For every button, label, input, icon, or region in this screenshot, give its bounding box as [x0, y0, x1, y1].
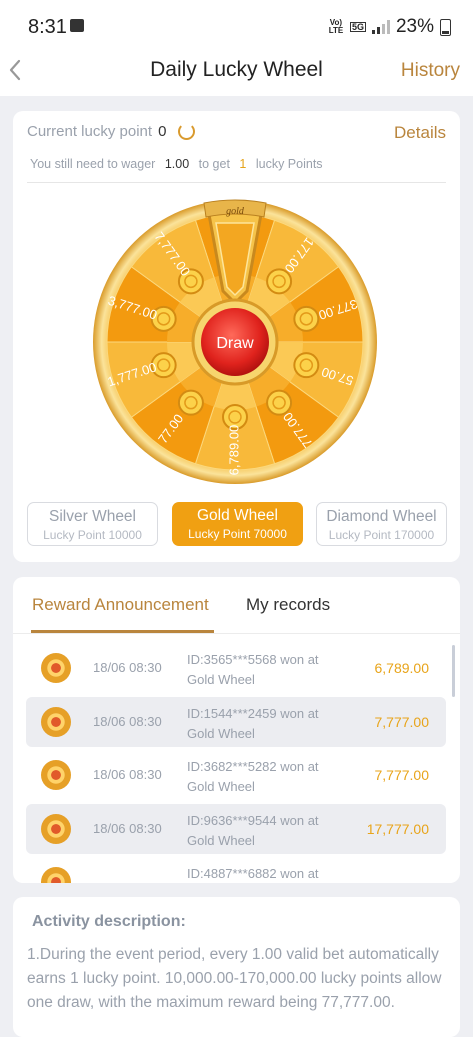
wager-info: You still need to wager 1.00 to get 1 lu… [30, 157, 323, 171]
reward-amount: 17,777.00 [366, 820, 429, 837]
reward-text: ID:3565***5568 won at Gold Wheel [187, 652, 319, 687]
reward-text: ID:3682***5282 won at Gold Wheel [187, 759, 319, 794]
coin-icon [266, 268, 293, 295]
gold-coin-icon [41, 706, 71, 737]
reward-text: ID:9636***9544 won at Gold Wheel [187, 812, 319, 848]
list-item: 18/06 08:30 ID:1544***2459 won at Gold Wh… [26, 696, 446, 747]
wager-pre: You still need to wager [30, 157, 156, 171]
wager-post: lucky Points [255, 157, 323, 171]
activity-text: 1.During the event period, every 1.00 va… [27, 946, 442, 1011]
reward-amount: 7,777.00 [374, 767, 430, 783]
gold-coin-icon [41, 760, 71, 790]
lucky-point-label: Current lucky point [27, 123, 153, 140]
tab-reward-announcement[interactable]: Reward Announcement [32, 595, 209, 615]
activity-title: Activity description: [32, 913, 186, 930]
status-bar: 8:31 Vo) LTE 5G 23% [0, 0, 473, 52]
wager-mid: to get [198, 157, 230, 171]
battery-percent: 23% [395, 16, 434, 37]
divider [27, 182, 446, 183]
wheel-tab-name: Gold Wheel [197, 507, 278, 524]
wheel-tab-sub: Lucky Point 170000 [328, 528, 435, 542]
wheel-tab-sub: Lucky Point 70000 [188, 527, 287, 541]
photo-notification-icon [70, 19, 84, 32]
lucky-point-value: 0 [158, 123, 167, 140]
list-item: 18/06 08:30 ID:3565***5568 won at Gold Wh… [26, 643, 446, 693]
records-tabs: Reward Announcement My records [13, 577, 460, 634]
reward-amount: 7,777.00 [374, 713, 430, 730]
battery-icon [440, 18, 451, 36]
details-link[interactable]: Details [394, 123, 446, 143]
wheel-tab-sub: Lucky Point 10000 [43, 528, 142, 542]
reward-date: 18/06 08:30 [93, 713, 162, 729]
reward-text: ID:1544***2459 won at Gold Wheel [187, 705, 319, 741]
reward-date: 18/06 08:30 [93, 660, 162, 675]
reward-date: 18/06 08:30 [93, 767, 162, 782]
coin-icon [293, 305, 320, 332]
history-link[interactable]: History [401, 60, 460, 82]
list-item: 18/06 08:30 ID:9636***9544 won at Gold Wh… [26, 803, 446, 854]
signal-icon [371, 20, 390, 34]
wager-amount: 1.00 [164, 157, 190, 171]
reward-amount: 6,789.00 [374, 660, 430, 676]
wheel-tab-name: Silver Wheel [49, 508, 136, 525]
refresh-icon[interactable] [178, 123, 196, 140]
silver-wheel-tab[interactable]: Silver Wheel Lucky Point 10000 [27, 502, 158, 546]
wheel-card: Current lucky point 0 Details You still … [13, 111, 460, 562]
volte-indicator: Vo) LTE [328, 18, 344, 35]
lucky-wheel: 7,777.00177.00377.0057.00777.006,789.007… [93, 199, 377, 484]
wheel-segment-label: 6,789.00 [226, 425, 241, 476]
records-card: Reward Announcement My records 18/06 08:… [13, 577, 460, 883]
status-time: 8:31 [28, 16, 67, 38]
reward-text: ID:4887***6882 won at [187, 866, 319, 881]
wheel-tab-name: Diamond Wheel [326, 508, 437, 525]
5g-indicator: 5G [349, 22, 366, 32]
gold-coin-icon [41, 813, 71, 844]
wager-points: 1 [239, 157, 247, 171]
gold-wheel-tab[interactable]: Gold Wheel Lucky Point 70000 [172, 502, 303, 546]
coin-icon [177, 389, 204, 416]
lucky-point-row: Current lucky point 0 [27, 123, 196, 140]
coin-icon [293, 352, 320, 379]
status-indicators: Vo) LTE 5G 23% [328, 16, 451, 38]
tab-my-records[interactable]: My records [246, 595, 330, 615]
draw-label: Draw [216, 335, 254, 352]
list-item: ID:4887***6882 won at [26, 857, 446, 883]
pointer-label: gold [226, 206, 245, 217]
gold-coin-icon [41, 653, 71, 683]
gold-coin-icon [41, 867, 71, 883]
diamond-wheel-tab[interactable]: Diamond Wheel Lucky Point 170000 [316, 502, 447, 546]
coin-icon [266, 389, 293, 416]
activity-card: Activity description: 1.During the event… [13, 897, 460, 1037]
active-tab-indicator [31, 630, 214, 633]
list-scrollbar[interactable] [452, 645, 455, 697]
reward-date: 18/06 08:30 [93, 820, 162, 836]
app-header: Daily Lucky Wheel History [0, 52, 473, 96]
reward-list[interactable]: 18/06 08:30 ID:3565***5568 won at Gold Wh… [26, 643, 446, 883]
list-item: 18/06 08:30 ID:3682***5282 won at Gold Wh… [26, 750, 446, 800]
